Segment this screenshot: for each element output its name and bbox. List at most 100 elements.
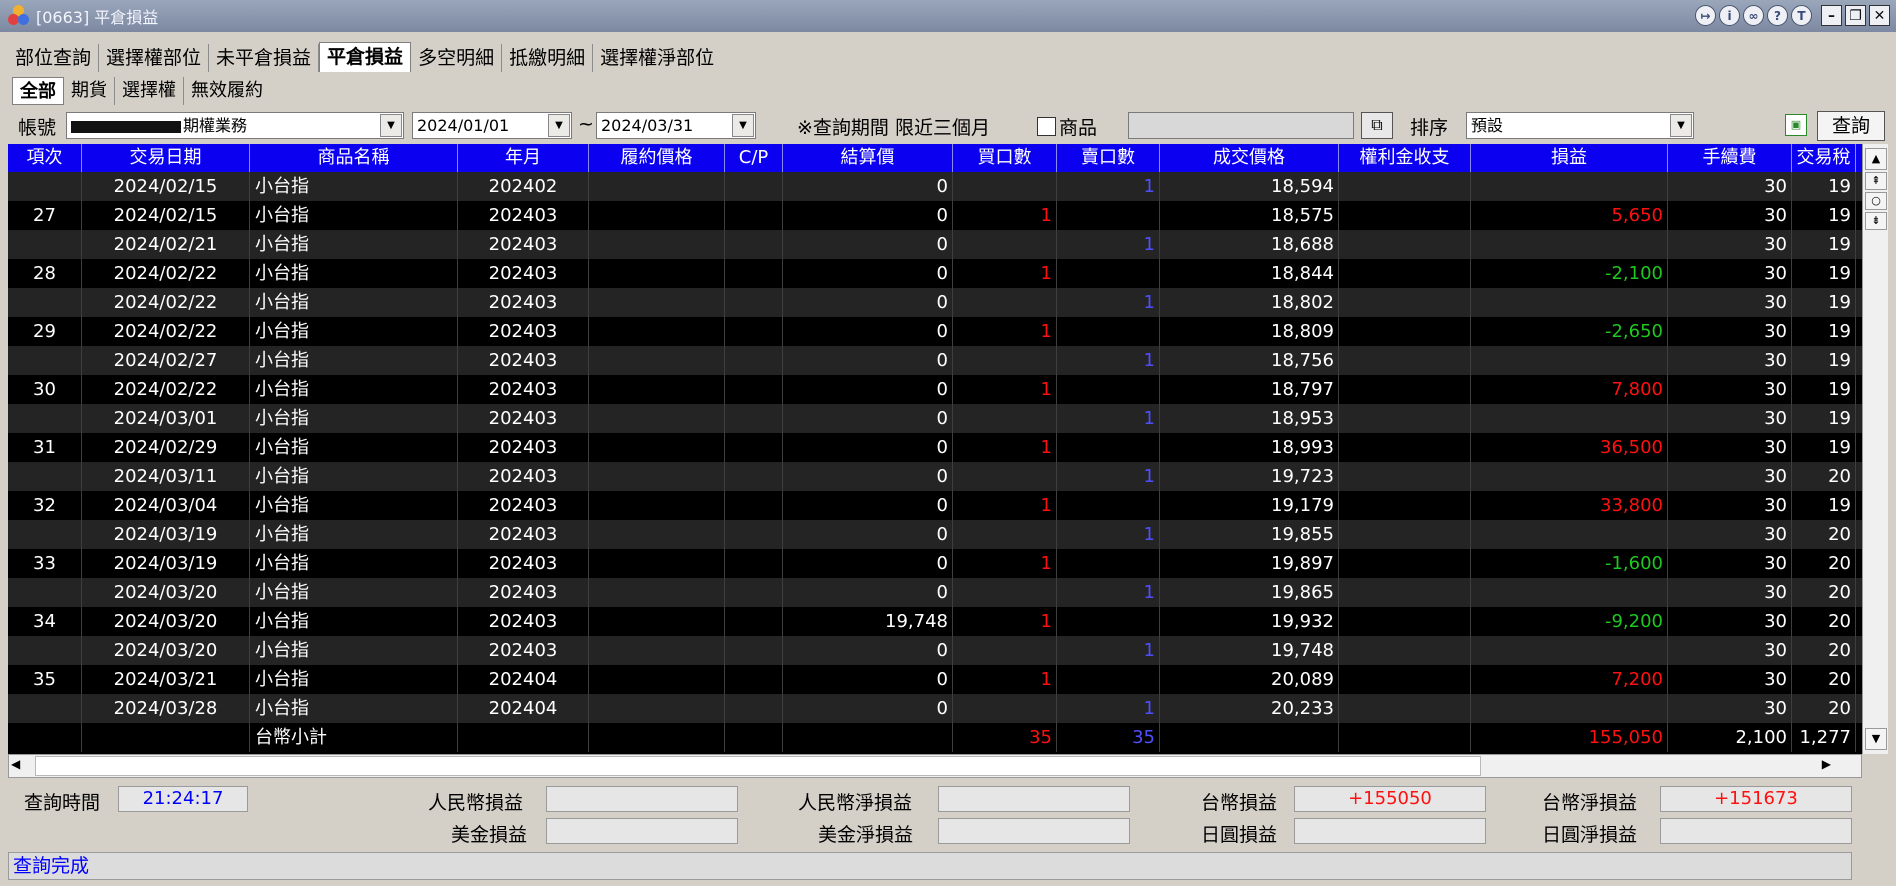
col-trade-date-header[interactable]: 交易日期 (82, 144, 250, 172)
cell-item-no (8, 723, 82, 752)
scroll-up-icon[interactable]: ▲ (1865, 148, 1887, 170)
cell-fee: 30 (1668, 288, 1792, 317)
table-row[interactable]: 2024/02/15 小台指 202402 0 1 18,594 30 19 (8, 172, 1862, 201)
tab-long-short-detail[interactable]: 多空明細 (411, 44, 503, 72)
info-icon[interactable]: i (1719, 5, 1740, 26)
subtab-invalid-exercise[interactable]: 無效履約 (184, 77, 270, 105)
cell-trade-price: 18,809 (1160, 317, 1339, 346)
col-cp-header[interactable]: C/P (725, 144, 783, 172)
product-checkbox[interactable] (1037, 117, 1056, 136)
col-settle-price-header[interactable]: 結算價 (783, 144, 953, 172)
scroll-down-icon[interactable]: ▼ (1865, 728, 1887, 750)
subtab-all[interactable]: 全部 (12, 77, 64, 105)
product-search-icon[interactable]: ⧉ (1361, 112, 1393, 139)
col-fee-header[interactable]: 手續費 (1668, 144, 1792, 172)
horizontal-scroll-thumb[interactable] (35, 756, 1481, 776)
cell-strike (589, 375, 725, 404)
col-buy-qty-header[interactable]: 買口數 (953, 144, 1057, 172)
cell-settle-price: 0 (783, 578, 953, 607)
tab-option-net-position[interactable]: 選擇權淨部位 (593, 44, 721, 72)
table-row[interactable]: 2024/03/19 小台指 202403 0 1 19,855 30 20 (8, 520, 1862, 549)
table-row[interactable]: 30 2024/02/22 小台指 202403 0 1 18,797 7,800 30 19 (8, 375, 1862, 404)
table-row[interactable]: 2024/02/22 小台指 202403 0 1 18,802 30 19 (8, 288, 1862, 317)
cell-sell-qty: 1 (1057, 230, 1160, 259)
maximize-button[interactable]: ❐ (1845, 5, 1866, 26)
col-premium-header[interactable]: 權利金收支 (1339, 144, 1471, 172)
account-select[interactable]: 期權業務 ▼ (66, 112, 404, 139)
cell-sell-qty (1057, 375, 1160, 404)
cell-trade-price: 19,865 (1160, 578, 1339, 607)
table-row[interactable]: 2024/03/20 小台指 202403 0 1 19,748 30 20 (8, 636, 1862, 665)
query-button[interactable]: 查詢 (1817, 111, 1885, 141)
scroll-page-down-icon[interactable]: ⇟ (1865, 212, 1887, 230)
tab-position-query[interactable]: 部位查詢 (8, 44, 100, 72)
jpy-net-value (1660, 818, 1852, 844)
table-row[interactable]: 2024/02/21 小台指 202403 0 1 18,688 30 19 (8, 230, 1862, 259)
chevron-down-icon[interactable]: ▼ (380, 114, 402, 137)
tab-option-position[interactable]: 選擇權部位 (99, 44, 210, 72)
table-row[interactable]: 2024/03/20 小台指 202403 0 1 19,865 30 20 (8, 578, 1862, 607)
table-row[interactable]: 台幣小計 35 35 155,050 2,100 1,277 (8, 723, 1862, 752)
col-item-no-header[interactable]: 項次 (8, 144, 82, 172)
table-row[interactable]: 27 2024/02/15 小台指 202403 0 1 18,575 5,650 30 19 (8, 201, 1862, 230)
cell-trade-price: 18,953 (1160, 404, 1339, 433)
table-row[interactable]: 32 2024/03/04 小台指 202403 0 1 19,179 33,800 30 19 (8, 491, 1862, 520)
chevron-down-icon[interactable]: ▼ (548, 114, 570, 137)
chevron-down-icon[interactable]: ▼ (1670, 114, 1692, 137)
table-row[interactable]: 35 2024/03/21 小台指 202404 0 1 20,089 7,200 30 20 (8, 665, 1862, 694)
status-bar: 查詢完成 (8, 852, 1852, 880)
table-row[interactable]: 2024/03/28 小台指 202404 0 1 20,233 30 20 (8, 694, 1862, 723)
help-icon[interactable]: ? (1767, 5, 1788, 26)
cell-trade-date: 2024/02/21 (82, 230, 250, 259)
table-row[interactable]: 2024/03/01 小台指 202403 0 1 18,953 30 19 (8, 404, 1862, 433)
col-trade-price-header[interactable]: 成交價格 (1160, 144, 1339, 172)
vertical-scrollbar[interactable]: ▲ ⇞ ○ ⇟ ▼ (1862, 144, 1888, 754)
date-to-picker[interactable]: 2024/03/31 ▼ (596, 112, 756, 139)
cell-buy-qty (953, 462, 1057, 491)
col-strike-header[interactable]: 履約價格 (589, 144, 725, 172)
subtab-options[interactable]: 選擇權 (115, 77, 184, 105)
table-row[interactable]: 2024/03/11 小台指 202403 0 1 19,723 30 20 (8, 462, 1862, 491)
date-from-picker[interactable]: 2024/01/01 ▼ (412, 112, 572, 139)
col-tax-header[interactable]: 交易稅 (1792, 144, 1856, 172)
tab-unrealized-pnl[interactable]: 未平倉損益 (209, 44, 320, 72)
cell-tax: 19 (1792, 404, 1856, 433)
exit-icon[interactable]: ↦ (1695, 5, 1716, 26)
cell-year-month: 202403 (458, 201, 589, 230)
cell-tax: 19 (1792, 491, 1856, 520)
horizontal-scrollbar[interactable]: ◀ ▶ (8, 754, 1862, 778)
usd-pnl-value (546, 818, 738, 844)
scroll-left-icon[interactable]: ◀ (11, 757, 20, 771)
pin-icon[interactable]: T (1791, 5, 1812, 26)
table-row[interactable]: 31 2024/02/29 小台指 202403 0 1 18,993 36,500 30 19 (8, 433, 1862, 462)
cell-strike (589, 578, 725, 607)
table-row[interactable]: 29 2024/02/22 小台指 202403 0 1 18,809 -2,650 30 19 (8, 317, 1862, 346)
export-icon[interactable]: ▣ (1785, 114, 1807, 136)
sort-select[interactable]: 預設 ▼ (1466, 112, 1694, 139)
cell-trade-price: 18,756 (1160, 346, 1339, 375)
link-icon[interactable]: ∞ (1743, 5, 1764, 26)
scroll-page-up-icon[interactable]: ⇞ (1865, 172, 1887, 190)
tab-realized-pnl[interactable]: 平倉損益 (319, 42, 412, 72)
cell-year-month: 202403 (458, 433, 589, 462)
table-row[interactable]: 34 2024/03/20 小台指 202403 19,748 1 19,932 -9,200… (8, 607, 1862, 636)
scroll-home-icon[interactable]: ○ (1865, 192, 1887, 210)
cell-strike (589, 404, 725, 433)
col-sell-qty-header[interactable]: 賣口數 (1057, 144, 1160, 172)
chevron-down-icon[interactable]: ▼ (732, 114, 754, 137)
scroll-right-icon[interactable]: ▶ (1822, 757, 1831, 771)
subtab-futures[interactable]: 期貨 (64, 77, 115, 105)
table-row[interactable]: 2024/02/27 小台指 202403 0 1 18,756 30 19 (8, 346, 1862, 375)
tab-collateral-detail[interactable]: 抵繳明細 (502, 44, 594, 72)
col-pnl-header[interactable]: 損益 (1471, 144, 1668, 172)
close-button[interactable]: ✕ (1869, 5, 1890, 26)
cell-strike (589, 520, 725, 549)
col-product-name-header[interactable]: 商品名稱 (250, 144, 458, 172)
cell-sell-qty: 1 (1057, 404, 1160, 433)
product-input[interactable] (1128, 112, 1354, 139)
cell-item-no (8, 346, 82, 375)
col-year-month-header[interactable]: 年月 (458, 144, 589, 172)
minimize-button[interactable]: – (1821, 5, 1842, 26)
table-row[interactable]: 33 2024/03/19 小台指 202403 0 1 19,897 -1,600 30 20 (8, 549, 1862, 578)
table-row[interactable]: 28 2024/02/22 小台指 202403 0 1 18,844 -2,100 30 19 (8, 259, 1862, 288)
